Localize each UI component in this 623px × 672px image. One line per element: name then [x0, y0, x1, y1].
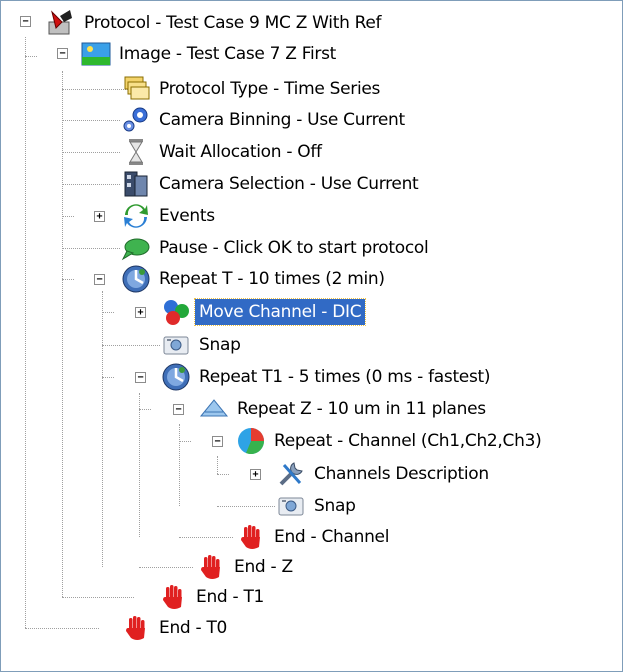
tree-node-end-z[interactable]: End - Z	[196, 551, 297, 583]
stop-hand-icon	[121, 613, 151, 643]
collapse-expander[interactable]: −	[135, 372, 146, 383]
node-label: Repeat Z - 10 um in 11 planes	[237, 399, 486, 419]
clock-icon	[121, 264, 151, 294]
node-label-selected: Move Channel - DIC	[193, 298, 367, 326]
stop-hand-icon	[236, 522, 266, 552]
protocol-icon	[46, 8, 76, 38]
channel-icon	[236, 426, 266, 456]
tree-node-end-channel[interactable]: End - Channel	[236, 521, 393, 553]
node-label: End - Channel	[274, 527, 390, 547]
tree-node-end-t0[interactable]: End - T0	[121, 612, 231, 644]
z-stack-icon	[199, 394, 229, 424]
tree-node-channels-description[interactable]: Channels Description	[276, 458, 493, 490]
node-label: Protocol - Test Case 9 MC Z With Ref	[84, 13, 382, 33]
node-label: Channels Description	[314, 464, 489, 484]
tree-node-camera-selection[interactable]: Camera Selection - Use Current	[121, 168, 422, 200]
pause-icon	[121, 233, 151, 263]
tree-node-move-channel[interactable]: Move Channel - DIC	[161, 296, 367, 328]
tree-node-repeat-t[interactable]: Repeat T - 10 times (2 min)	[121, 263, 389, 295]
node-label: Protocol Type - Time Series	[159, 79, 381, 99]
collapse-expander[interactable]: −	[212, 436, 223, 447]
node-label: Events	[159, 206, 215, 226]
node-label: Pause - Click OK to start protocol	[159, 238, 429, 258]
node-label: Wait Allocation - Off	[159, 142, 322, 162]
tree-node-pause[interactable]: Pause - Click OK to start protocol	[121, 232, 432, 264]
protocol-type-icon	[121, 74, 151, 104]
node-label: End - Z	[234, 557, 293, 577]
tree-node-snap[interactable]: Snap	[276, 490, 360, 522]
stop-hand-icon	[196, 552, 226, 582]
tree-node-repeat-z[interactable]: Repeat Z - 10 um in 11 planes	[199, 393, 490, 425]
node-label: End - T0	[159, 618, 228, 638]
hourglass-icon	[121, 137, 151, 167]
node-label: Repeat - Channel (Ch1,Ch2,Ch3)	[274, 431, 542, 451]
expand-expander[interactable]: +	[135, 307, 146, 318]
tree-node-image[interactable]: Image - Test Case 7 Z First	[81, 38, 340, 70]
collapse-expander[interactable]: −	[94, 274, 105, 285]
move-channel-icon	[161, 297, 191, 327]
tree-node-protocol[interactable]: Protocol - Test Case 9 MC Z With Ref	[46, 7, 385, 39]
camera-binning-icon	[121, 105, 151, 135]
node-label: Camera Binning - Use Current	[159, 110, 405, 130]
node-label: Image - Test Case 7 Z First	[119, 44, 337, 64]
clock-icon	[161, 362, 191, 392]
node-label: Snap	[199, 335, 241, 355]
tree-node-wait-allocation[interactable]: Wait Allocation - Off	[121, 136, 326, 168]
expand-expander[interactable]: +	[94, 211, 105, 222]
snap-icon	[161, 330, 191, 360]
node-label: Camera Selection - Use Current	[159, 174, 419, 194]
expand-expander[interactable]: +	[250, 469, 261, 480]
stop-hand-icon	[158, 582, 188, 612]
node-label: Repeat T - 10 times (2 min)	[159, 269, 385, 289]
collapse-expander[interactable]: −	[20, 16, 31, 27]
tree-node-repeat-channel[interactable]: Repeat - Channel (Ch1,Ch2,Ch3)	[236, 425, 545, 457]
protocol-tree-view[interactable]: − Protocol - Test Case 9 MC Z With Ref −…	[0, 0, 623, 672]
tree-node-repeat-t1[interactable]: Repeat T1 - 5 times (0 ms - fastest)	[161, 361, 494, 393]
node-label: Snap	[314, 496, 356, 516]
tools-icon	[276, 459, 306, 489]
camera-selection-icon	[121, 169, 151, 199]
collapse-expander[interactable]: −	[173, 404, 184, 415]
image-icon	[81, 39, 111, 69]
tree-node-snap[interactable]: Snap	[161, 329, 245, 361]
tree-node-camera-binning[interactable]: Camera Binning - Use Current	[121, 104, 409, 136]
events-icon	[121, 201, 151, 231]
snap-icon	[276, 491, 306, 521]
tree-node-end-t1[interactable]: End - T1	[158, 581, 268, 613]
node-label: Repeat T1 - 5 times (0 ms - fastest)	[199, 367, 491, 387]
collapse-expander[interactable]: −	[57, 48, 68, 59]
tree-node-protocol-type[interactable]: Protocol Type - Time Series	[121, 73, 384, 105]
tree-node-events[interactable]: Events	[121, 200, 219, 232]
node-label: End - T1	[196, 587, 265, 607]
